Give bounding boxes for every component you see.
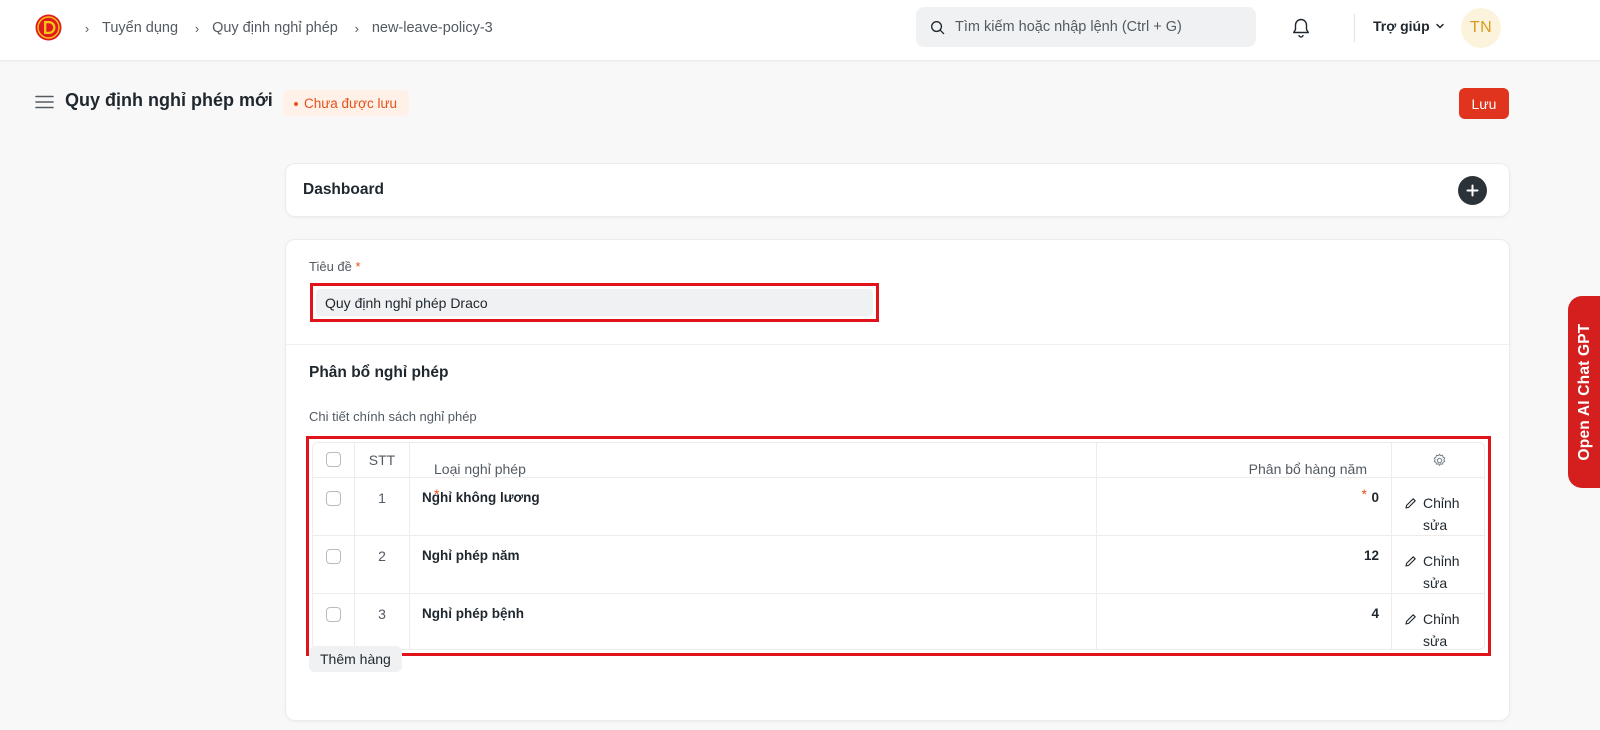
row-leave-type[interactable]: Nghỉ phép năm bbox=[410, 536, 1097, 593]
status-badge: Chưa được lưu bbox=[283, 90, 409, 116]
row-leave-type[interactable]: Nghỉ không lương bbox=[410, 478, 1097, 535]
required-mark: * bbox=[355, 259, 361, 274]
row-annual-allocation[interactable]: 0 bbox=[1097, 478, 1392, 535]
section-title: Phân bổ nghỉ phép bbox=[309, 364, 449, 381]
header-index: STT bbox=[355, 443, 410, 477]
pencil-icon bbox=[1405, 614, 1416, 625]
title-field-label: Tiêu đề * bbox=[309, 259, 361, 274]
row-checkbox[interactable] bbox=[326, 491, 341, 506]
page-title: Quy định nghỉ phép mới bbox=[65, 90, 273, 110]
breadcrumb-recruitment[interactable]: Tuyển dụng bbox=[102, 20, 178, 36]
header-index-label: STT bbox=[368, 452, 396, 468]
search-input[interactable]: Tìm kiếm hoặc nhập lệnh (Ctrl + G) bbox=[916, 7, 1256, 47]
search-placeholder: Tìm kiếm hoặc nhập lệnh (Ctrl + G) bbox=[955, 19, 1182, 35]
row-leave-type[interactable]: Nghỉ phép bệnh bbox=[410, 594, 1097, 649]
table-header-row: STT Loại nghỉ phép * Phân bổ hàng năm * bbox=[313, 443, 1484, 502]
dashboard-title: Dashboard bbox=[303, 181, 384, 198]
row-index-value: 3 bbox=[378, 606, 386, 622]
row-index-value: 2 bbox=[378, 548, 386, 564]
save-button[interactable]: Lưu bbox=[1459, 88, 1509, 119]
sidebar-toggle-icon[interactable] bbox=[35, 95, 54, 109]
row-leave-type-value: Nghỉ phép năm bbox=[422, 548, 520, 563]
row-checkbox[interactable] bbox=[326, 607, 341, 622]
row-edit-cell: Chỉnh sửa bbox=[1392, 478, 1484, 536]
title-field-highlight: Quy định nghỉ phép Draco bbox=[310, 283, 879, 322]
row-annual-allocation[interactable]: 12 bbox=[1097, 536, 1392, 593]
row-leave-type-value: Nghỉ không lương bbox=[422, 490, 540, 505]
row-index: 1 bbox=[355, 478, 410, 535]
row-annual-allocation-value: 4 bbox=[1371, 606, 1379, 621]
row-index: 2 bbox=[355, 536, 410, 593]
edit-row-label: Chỉnh sửa bbox=[1423, 611, 1460, 649]
breadcrumb-leave-policy[interactable]: Quy định nghỉ phép bbox=[212, 20, 338, 36]
row-leave-type-value: Nghỉ phép bệnh bbox=[422, 606, 524, 621]
section-divider bbox=[286, 344, 1509, 345]
bell-icon[interactable] bbox=[1291, 17, 1311, 39]
plus-icon bbox=[1466, 184, 1479, 197]
row-index: 3 bbox=[355, 594, 410, 649]
breadcrumb-current[interactable]: new-leave-policy-3 bbox=[372, 20, 493, 36]
header-leave-type: Loại nghỉ phép * bbox=[410, 443, 1097, 502]
row-annual-allocation[interactable]: 4 bbox=[1097, 594, 1392, 649]
edit-row-button[interactable]: Chỉnh sửa bbox=[1404, 608, 1474, 649]
expand-dashboard-button[interactable] bbox=[1458, 176, 1487, 205]
chevron-right-icon: › bbox=[194, 20, 200, 36]
help-dropdown[interactable]: Trợ giúp bbox=[1373, 18, 1445, 34]
chevron-right-icon: › bbox=[84, 20, 90, 36]
table-row[interactable]: 2 Nghỉ phép năm 12 Chỉnh sửa bbox=[313, 536, 1484, 594]
title-field-label-text: Tiêu đề bbox=[309, 259, 352, 274]
app-logo-icon[interactable] bbox=[35, 14, 62, 41]
form-card: Tiêu đề * Quy định nghỉ phép Draco Phân … bbox=[285, 239, 1510, 721]
row-annual-allocation-value: 0 bbox=[1371, 490, 1379, 505]
pencil-icon bbox=[1405, 498, 1416, 509]
breadcrumb: › Tuyển dụng › Quy định nghỉ phép › new-… bbox=[78, 18, 503, 38]
chevron-down-icon bbox=[1435, 23, 1444, 29]
edit-row-button[interactable]: Chỉnh sửa bbox=[1404, 492, 1474, 536]
navbar-divider bbox=[1354, 14, 1355, 42]
header-checkbox-cell bbox=[313, 443, 355, 477]
header-annual-allocation: Phân bổ hàng năm * bbox=[1097, 443, 1392, 502]
chevron-right-icon: › bbox=[354, 20, 359, 36]
search-icon bbox=[931, 20, 945, 34]
edit-row-button[interactable]: Chỉnh sửa bbox=[1404, 550, 1474, 594]
help-label: Trợ giúp bbox=[1373, 18, 1430, 34]
avatar[interactable]: TN bbox=[1461, 8, 1501, 48]
dashboard-section[interactable]: Dashboard bbox=[285, 163, 1510, 217]
table-highlight: STT Loại nghỉ phép * Phân bổ hàng năm * … bbox=[306, 436, 1491, 656]
row-index-value: 1 bbox=[378, 490, 386, 506]
chat-gpt-side-tab-label: Open AI Chat GPT bbox=[1576, 323, 1593, 461]
table-row[interactable]: 1 Nghỉ không lương 0 Chỉnh sửa bbox=[313, 478, 1484, 536]
row-annual-allocation-value: 12 bbox=[1363, 548, 1379, 563]
row-edit-cell: Chỉnh sửa bbox=[1392, 594, 1484, 649]
edit-row-label: Chỉnh sửa bbox=[1423, 553, 1460, 591]
gear-icon[interactable] bbox=[1432, 453, 1447, 468]
header-leave-type-text: Loại nghỉ phép bbox=[434, 461, 526, 477]
chat-gpt-side-tab[interactable]: Open AI Chat GPT bbox=[1568, 296, 1600, 488]
table-row[interactable]: 3 Nghỉ phép bệnh 4 Chỉnh sửa bbox=[313, 594, 1484, 649]
select-all-checkbox[interactable] bbox=[326, 452, 341, 467]
edit-row-label: Chỉnh sửa bbox=[1423, 495, 1460, 533]
navbar: › Tuyển dụng › Quy định nghỉ phép › new-… bbox=[0, 0, 1600, 61]
add-row-button[interactable]: Thêm hàng bbox=[309, 646, 402, 672]
table-label: Chi tiết chính sách nghỉ phép bbox=[309, 409, 477, 424]
row-checkbox[interactable] bbox=[326, 549, 341, 564]
row-checkbox-cell bbox=[313, 536, 355, 593]
row-edit-cell: Chỉnh sửa bbox=[1392, 536, 1484, 594]
pencil-icon bbox=[1405, 556, 1416, 567]
header-settings-cell bbox=[1392, 443, 1484, 477]
row-checkbox-cell bbox=[313, 478, 355, 535]
row-checkbox-cell bbox=[313, 594, 355, 649]
header-annual-allocation-text: Phân bổ hàng năm bbox=[1248, 461, 1367, 477]
title-field[interactable]: Quy định nghỉ phép Draco bbox=[316, 289, 873, 316]
leave-policy-table: STT Loại nghỉ phép * Phân bổ hàng năm * … bbox=[312, 442, 1485, 650]
